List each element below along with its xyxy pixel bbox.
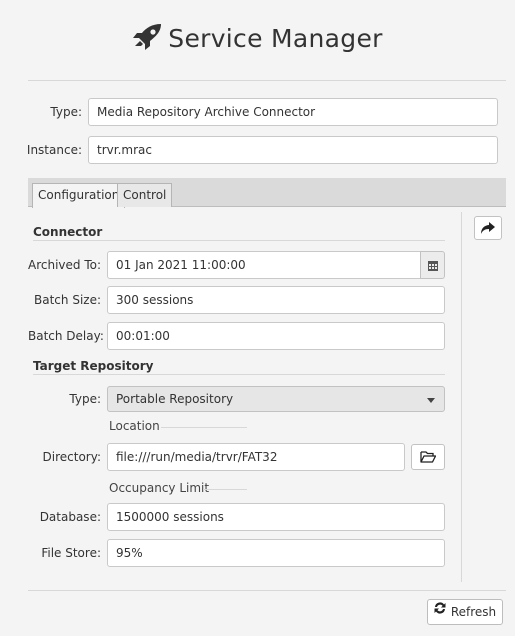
target-divider [33, 374, 445, 375]
directory-field[interactable]: file:///run/media/trvr/FAT32 [107, 443, 405, 471]
panel-divider [461, 212, 462, 582]
batch-size-field[interactable]: 300 sessions [107, 286, 445, 314]
archived-to-field[interactable]: 01 Jan 2021 11:00:00 [107, 251, 421, 279]
database-field[interactable]: 1500000 sessions [107, 503, 445, 531]
refresh-icon [433, 599, 447, 623]
repo-type-label: Type: [69, 392, 101, 406]
batch-delay-label: Batch Delay: [28, 329, 104, 343]
refresh-label: Refresh [450, 605, 497, 619]
target-section-title: Target Repository [33, 359, 154, 373]
connector-divider [33, 240, 445, 241]
repo-type-select[interactable]: Portable Repository [107, 386, 445, 412]
header-divider [28, 80, 506, 81]
type-field[interactable]: Media Repository Archive Connector [88, 98, 498, 126]
directory-label: Directory: [42, 450, 101, 464]
batch-delay-field[interactable]: 00:01:00 [107, 322, 445, 350]
chevron-down-icon [427, 387, 435, 411]
location-divider [161, 427, 247, 428]
connector-section-title: Connector [33, 225, 103, 239]
tab-bar: Configuration Control [28, 178, 506, 208]
app-title: Service Manager [168, 24, 383, 53]
repo-type-value: Portable Repository [116, 392, 234, 406]
apply-button[interactable] [474, 216, 502, 240]
instance-field[interactable]: trvr.mrac [88, 136, 498, 164]
share-arrow-icon [480, 222, 496, 238]
app-header: Service Manager [0, 24, 515, 53]
calendar-button[interactable] [420, 251, 445, 279]
database-label: Database: [39, 510, 101, 524]
location-subtitle: Location [109, 419, 160, 433]
footer-divider [28, 590, 506, 591]
type-label: Type: [50, 105, 82, 119]
refresh-button[interactable]: Refresh [427, 599, 504, 625]
tab-control[interactable]: Control [117, 183, 173, 207]
rocket-icon [132, 24, 162, 53]
calendar-icon [427, 260, 438, 274]
occupancy-subtitle: Occupancy Limit [109, 481, 210, 495]
instance-label: Instance: [26, 143, 82, 157]
browse-directory-button[interactable] [411, 444, 445, 470]
occupancy-divider [203, 489, 247, 490]
tab-configuration[interactable]: Configuration [32, 183, 126, 208]
folder-open-icon [420, 451, 437, 466]
file-store-label: File Store: [41, 546, 101, 560]
file-store-field[interactable]: 95% [107, 539, 445, 567]
archived-to-label: Archived To: [28, 258, 102, 272]
batch-size-label: Batch Size: [34, 293, 101, 307]
